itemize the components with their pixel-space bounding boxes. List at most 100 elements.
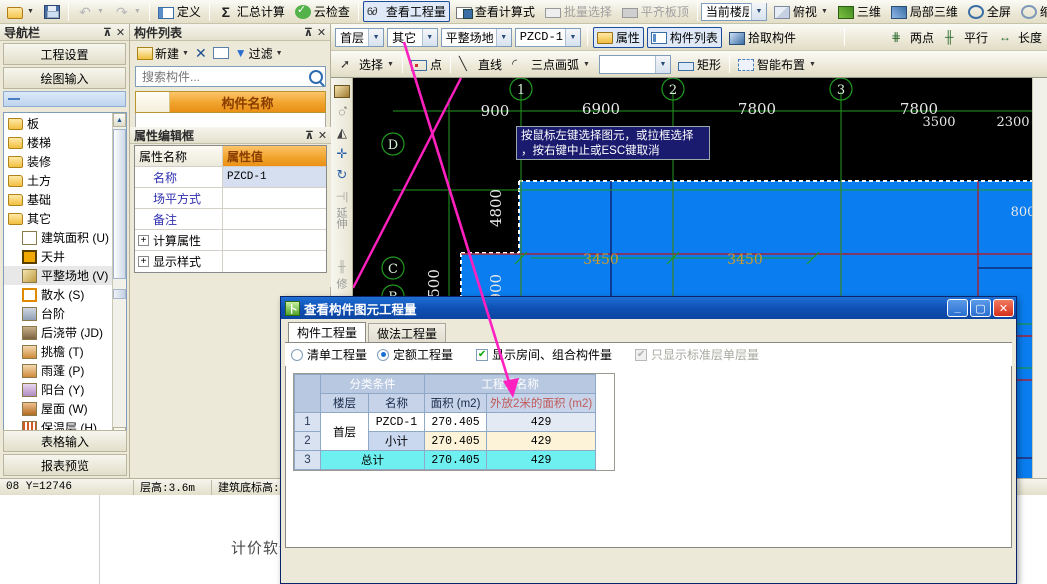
component-list-button[interactable]: 构件列表 bbox=[646, 26, 722, 48]
tree-item-canopy[interactable]: 雨蓬 (P) bbox=[4, 361, 112, 380]
maximize-button[interactable]: ▢ bbox=[970, 299, 991, 317]
property-row-value[interactable] bbox=[223, 188, 326, 208]
tree-vertical-scrollbar[interactable]: ▲ ▼ bbox=[112, 113, 126, 441]
rectangle-tool-button[interactable]: 矩形 bbox=[674, 54, 725, 75]
draw-style-combo[interactable]: ▼ bbox=[598, 54, 671, 74]
three-d-button[interactable]: 三维 bbox=[834, 1, 885, 22]
combo-component[interactable]: PZCD-1 ▼ bbox=[514, 27, 581, 47]
view-formula-button[interactable]: 查看计算式 bbox=[452, 1, 539, 22]
batch-select-button[interactable]: 批量选择 bbox=[541, 1, 616, 22]
tree-item-site-leveling[interactable]: 平整场地 (V) bbox=[4, 266, 112, 285]
minimize-button[interactable]: _ bbox=[947, 299, 968, 317]
chevron-down-icon[interactable]: ▼ bbox=[421, 28, 437, 46]
two-point-button[interactable]: ⋕ 两点 bbox=[887, 27, 938, 48]
dialog-title-bar[interactable]: 卜 查看构件图元工程量 _ ▢ ✕ bbox=[281, 297, 1016, 319]
search-component-box[interactable] bbox=[135, 66, 326, 87]
tree-item-others[interactable]: 其它 bbox=[4, 209, 112, 228]
property-row-name[interactable]: 名称 PZCD-1 bbox=[135, 167, 326, 188]
tree-item-apron[interactable]: 散水 (S) bbox=[4, 285, 112, 304]
zoom-out-button[interactable]: 缩 bbox=[1017, 1, 1047, 22]
quantity-table[interactable]: 分类条件 工程量名称 楼层 名称 面积 (m2) 外放2米的面积 (m2) 1 … bbox=[294, 374, 597, 470]
redo-button[interactable]: ↷ ▼ bbox=[110, 1, 145, 22]
move-tool-button[interactable]: ✛ bbox=[332, 144, 352, 164]
cloud-check-button[interactable]: 云检查 bbox=[291, 1, 354, 22]
close-button[interactable]: ✕ bbox=[993, 299, 1014, 317]
delete-component-button[interactable]: ✕ bbox=[193, 44, 209, 63]
combo-floor[interactable]: 首层 ▼ bbox=[335, 27, 385, 47]
close-icon[interactable]: ✕ bbox=[114, 26, 127, 39]
flush-slab-button[interactable]: 平齐板顶 bbox=[618, 1, 693, 22]
property-grid[interactable]: 属性名称 属性值 名称 PZCD-1 场平方式 备注 + 计算属性 + 显示样式 bbox=[134, 145, 327, 273]
trim-tool-button[interactable]: ╫ bbox=[332, 257, 352, 277]
tree-item-balcony[interactable]: 阳台 (Y) bbox=[4, 380, 112, 399]
arc-tool-button[interactable]: ◜ 三点画弧 ▼ bbox=[508, 54, 594, 75]
view-quantity-button[interactable]: 6∂ 查看工程量 bbox=[362, 1, 450, 22]
close-icon[interactable]: ✕ bbox=[315, 26, 328, 39]
mirror-tool-button[interactable]: ◭ bbox=[332, 123, 352, 143]
property-row-display-style[interactable]: + 显示样式 bbox=[135, 251, 326, 272]
new-component-button[interactable]: 新建 ▼ bbox=[135, 44, 191, 63]
parallel-button[interactable]: ╫ 平行 bbox=[941, 27, 992, 48]
undo-button[interactable]: ↶ ▼ bbox=[73, 1, 108, 22]
combo-element-type[interactable]: 平整场地 ▼ bbox=[440, 27, 512, 47]
search-input[interactable] bbox=[140, 68, 309, 85]
pick-component-button[interactable]: 拾取构件 bbox=[725, 27, 800, 48]
property-row-value[interactable]: PZCD-1 bbox=[223, 167, 326, 187]
tree-item-earthwork[interactable]: 土方 bbox=[4, 171, 112, 190]
pin-icon[interactable]: ⊼ bbox=[101, 26, 114, 39]
extend-tool-button[interactable]: ⊣| bbox=[332, 186, 352, 206]
table-row[interactable]: 1 首层 PZCD-1 270.405 429 bbox=[294, 412, 597, 451]
tree-item-building-area[interactable]: 建筑面积 (U) bbox=[4, 228, 112, 247]
open-file-button[interactable]: ▼ bbox=[3, 1, 38, 22]
property-row-leveling-method[interactable]: 场平方式 bbox=[135, 188, 326, 209]
filter-button[interactable]: ▼ 过滤 ▼ bbox=[233, 44, 285, 63]
table-input-button[interactable]: 表格输入 bbox=[3, 430, 127, 452]
scrollbar-thumb[interactable] bbox=[113, 129, 126, 279]
offset-tool-button[interactable]: ◌͛ bbox=[332, 102, 352, 122]
property-row-remark[interactable]: 备注 bbox=[135, 209, 326, 230]
length-button[interactable]: ↔ 长度 bbox=[995, 27, 1046, 48]
tab-component-quantity[interactable]: 构件工程量 bbox=[288, 322, 367, 342]
table-row[interactable]: 3 总计 270.405 429 bbox=[294, 450, 597, 470]
chevron-down-icon[interactable]: ▼ bbox=[564, 28, 580, 46]
search-icon[interactable] bbox=[309, 69, 323, 84]
current-floor-combo[interactable]: 当前楼层 ▼ bbox=[700, 2, 767, 21]
report-preview-button[interactable]: 报表预览 bbox=[3, 454, 127, 476]
pin-icon[interactable]: ⊼ bbox=[302, 26, 315, 39]
summary-calc-button[interactable]: Σ 汇总计算 bbox=[214, 1, 289, 22]
property-row-calc-attributes[interactable]: + 计算属性 bbox=[135, 230, 326, 251]
chevron-down-icon[interactable]: ▼ bbox=[750, 3, 766, 20]
nav-button-project-settings[interactable]: 工程设置 bbox=[3, 43, 126, 65]
quantity-table-wrapper[interactable]: 分类条件 工程量名称 楼层 名称 面积 (m2) 外放2米的面积 (m2) 1 … bbox=[293, 373, 615, 471]
nav-button-drawing-input[interactable]: 绘图输入 bbox=[3, 67, 126, 89]
chevron-down-icon[interactable]: ▼ bbox=[654, 55, 670, 73]
tree-item-steps[interactable]: 台阶 bbox=[4, 304, 112, 323]
tab-method-quantity[interactable]: 做法工程量 bbox=[368, 323, 447, 342]
tree-item-stair[interactable]: 楼梯 bbox=[4, 133, 112, 152]
brush-tool-button[interactable] bbox=[332, 81, 352, 101]
line-tool-button[interactable]: ╲ 直线 bbox=[455, 54, 506, 75]
fullscreen-button[interactable]: 全屏 bbox=[964, 1, 1015, 22]
expand-plus-icon[interactable]: + bbox=[138, 234, 149, 246]
element-tree[interactable]: 板 楼梯 装修 土方 基础 其它 建筑面积 (U) 天井 平整场地 (V) 散水… bbox=[3, 112, 127, 442]
pin-icon[interactable]: ⊼ bbox=[303, 129, 316, 142]
rotate-tool-button[interactable]: ↻ bbox=[332, 165, 352, 185]
tree-item-overhang-eave[interactable]: 挑檐 (T) bbox=[4, 342, 112, 361]
define-button[interactable]: 定义 bbox=[154, 1, 205, 22]
tree-item-decoration[interactable]: 装修 bbox=[4, 152, 112, 171]
view-quantity-dialog[interactable]: 卜 查看构件图元工程量 _ ▢ ✕ 构件工程量 做法工程量 清单工程量 定额工程… bbox=[280, 296, 1017, 584]
close-icon[interactable]: ✕ bbox=[316, 129, 329, 142]
radio-bill-quantity[interactable] bbox=[291, 348, 303, 361]
canvas-vertical-scrollbar[interactable] bbox=[1032, 78, 1047, 478]
expand-plus-icon[interactable]: + bbox=[138, 256, 149, 267]
radio-quota-quantity[interactable] bbox=[377, 348, 390, 361]
copy-component-button[interactable] bbox=[211, 46, 231, 60]
select-tool-button[interactable]: ➚ 选择 ▼ bbox=[336, 54, 398, 75]
tree-item-foundation[interactable]: 基础 bbox=[4, 190, 112, 209]
save-button[interactable] bbox=[40, 1, 64, 22]
tree-item-roof[interactable]: 屋面 (W) bbox=[4, 399, 112, 418]
chevron-down-icon[interactable]: ▼ bbox=[495, 28, 511, 46]
property-button[interactable]: 属性 bbox=[592, 26, 644, 48]
tree-item-patio[interactable]: 天井 bbox=[4, 247, 112, 266]
scroll-up-icon[interactable]: ▲ bbox=[113, 113, 126, 127]
